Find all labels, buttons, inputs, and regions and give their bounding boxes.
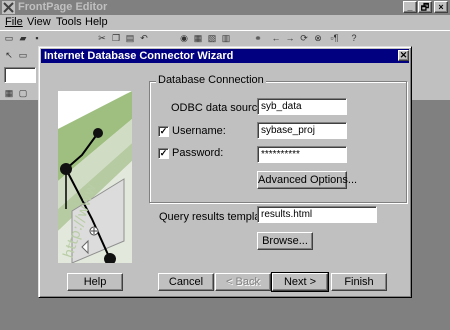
next-button[interactable]: Next > [271, 272, 329, 292]
maximize-button[interactable]: 🗗 [418, 1, 432, 13]
menu-file[interactable]: File [2, 15, 26, 30]
idc-wizard-dialog: Internet Database Connector Wizard ✕ htt… [38, 46, 412, 298]
table-icon[interactable]: ▦ [192, 32, 204, 44]
paragraph-icon[interactable]: ¶ [330, 32, 342, 44]
password-input[interactable]: ********** [257, 146, 347, 163]
menu-view[interactable]: View [24, 15, 54, 30]
menu-help[interactable]: Help [82, 15, 111, 30]
wizard-illustration: http://www [58, 91, 132, 263]
dialog-title-bar[interactable]: Internet Database Connector Wizard ✕ [41, 49, 409, 63]
cut-icon[interactable]: ✂ [96, 32, 108, 44]
app-title: FrontPage Editor [18, 1, 108, 13]
username-checkbox[interactable]: ✓ [158, 126, 169, 137]
password-label: Password: [172, 147, 224, 159]
username-label: Username: [172, 125, 226, 137]
finish-button[interactable]: Finish [331, 273, 387, 291]
forward-arrow-icon[interactable]: → [284, 32, 296, 44]
dialog-title: Internet Database Connector Wizard [44, 50, 234, 62]
template-label: Query results template: [159, 211, 273, 223]
password-checkbox[interactable]: ✓ [158, 148, 169, 159]
query-results-template-input[interactable]: results.html [257, 206, 377, 223]
username-input[interactable]: sybase_proj [257, 122, 347, 139]
paste-icon[interactable]: ▤ [124, 32, 136, 44]
frontpage-icon [2, 1, 15, 14]
web-icon[interactable]: ◉ [178, 32, 190, 44]
dialog-close-button[interactable]: ✕ [398, 50, 409, 61]
help-button[interactable]: Help [67, 273, 123, 291]
pointer-icon[interactable]: ↖ [3, 49, 15, 61]
menu-bar: File View Tools Help [0, 15, 450, 30]
stop-icon[interactable]: ⊗ [312, 32, 324, 44]
refresh-icon[interactable]: ⟳ [298, 32, 310, 44]
app-title-bar[interactable]: FrontPage Editor [0, 0, 450, 15]
advanced-options-button[interactable]: Advanced Options... [257, 171, 357, 189]
undo-icon[interactable]: ↶ [138, 32, 150, 44]
back-button[interactable]: < Back [215, 273, 271, 291]
new-icon[interactable]: ▭ [3, 32, 15, 44]
link-icon[interactable]: ⚭ [252, 32, 264, 44]
back-arrow-icon[interactable]: ← [270, 32, 282, 44]
menu-tools[interactable]: Tools [53, 15, 85, 30]
group-label: Database Connection [156, 74, 266, 87]
odbc-label: ODBC data source: [171, 102, 267, 114]
open-icon[interactable]: ▰ [17, 32, 29, 44]
copy-icon[interactable]: ❐ [110, 32, 122, 44]
form-icon[interactable]: ▥ [220, 32, 232, 44]
browse-button[interactable]: Browse... [257, 232, 313, 250]
close-button[interactable]: × [434, 1, 448, 13]
hotspot-icon[interactable]: ▢ [17, 87, 29, 99]
image-tool-icon[interactable]: ▦ [3, 87, 15, 99]
cancel-button[interactable]: Cancel [158, 273, 214, 291]
odbc-data-source-input[interactable]: syb_data [257, 98, 347, 115]
minimize-button[interactable]: _ [403, 1, 417, 13]
image-icon[interactable]: ▧ [206, 32, 218, 44]
save-icon[interactable]: ▪ [31, 32, 43, 44]
help-pointer-icon[interactable]: ? [348, 32, 360, 44]
textbox-icon[interactable]: ▭ [17, 49, 29, 61]
standard-toolbar: ▭ ▰ ▪ ✂ ❐ ▤ ↶ ◉ ▦ ▧ ▥ ⚭ ← → ⟳ ⊗ ▫ ¶ ? [0, 30, 450, 46]
style-select[interactable] [4, 67, 36, 83]
